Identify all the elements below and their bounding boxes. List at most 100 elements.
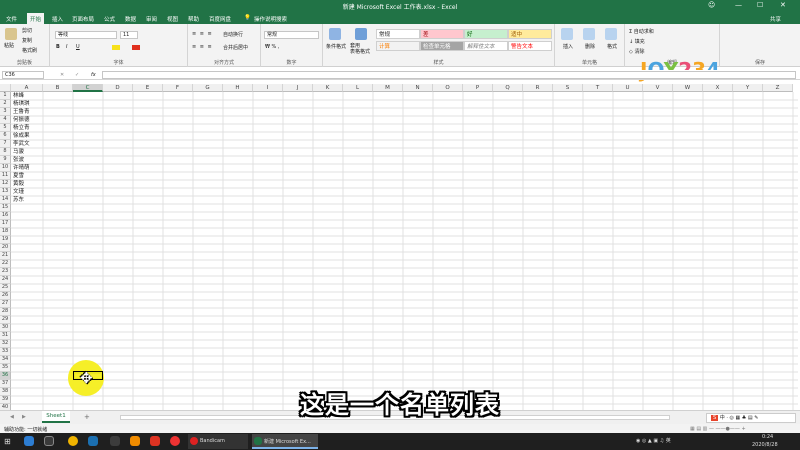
app-icon-3[interactable] [110,436,120,446]
style-normal[interactable]: 常规 [376,29,420,39]
row-header-31[interactable]: 31 [0,332,11,340]
row-header-11[interactable]: 11 [0,172,11,180]
steam-icon[interactable] [88,436,98,446]
cancel-icon[interactable]: ✕ [60,72,64,78]
font-name-select[interactable]: 等线 [55,31,117,39]
tab-file[interactable]: 文件 [6,15,17,23]
column-header-d[interactable]: D [103,84,133,92]
autosum-button[interactable]: Σ 自动求和 [629,28,654,35]
underline-button[interactable]: U [76,44,80,50]
format-cells-button[interactable]: 格式 [607,43,617,50]
cell-a2[interactable]: 杨琪琪 [13,100,30,108]
row-header-12[interactable]: 12 [0,180,11,188]
font-color-icon[interactable] [132,45,140,50]
row-header-28[interactable]: 28 [0,308,11,316]
row-header-21[interactable]: 21 [0,252,11,260]
tab-insert[interactable]: 插入 [52,15,63,23]
cell-a10[interactable]: 许晴萌 [13,164,30,172]
row-header-18[interactable]: 18 [0,228,11,236]
taskbar-excel[interactable]: 新建 Microsoft Ex... [252,434,318,449]
table-format-icon[interactable] [355,28,367,40]
row-header-25[interactable]: 25 [0,284,11,292]
highlight-color-icon[interactable] [112,45,120,50]
row-header-23[interactable]: 23 [0,268,11,276]
column-header-c[interactable]: C [73,84,103,92]
column-header-s[interactable]: S [553,84,583,92]
row-header-1[interactable]: 1 [0,92,11,100]
row-header-30[interactable]: 30 [0,324,11,332]
column-header-r[interactable]: R [523,84,553,92]
bold-button[interactable]: B [56,44,60,50]
table-format-button[interactable]: 套用 表格格式 [350,43,370,55]
column-header-o[interactable]: O [433,84,463,92]
row-header-10[interactable]: 10 [0,164,11,172]
column-header-n[interactable]: N [403,84,433,92]
column-header-z[interactable]: Z [763,84,793,92]
style-warning[interactable]: 警告文本 [508,41,552,51]
column-header-a[interactable]: A [11,84,43,92]
column-header-h[interactable]: H [223,84,253,92]
row-header-14[interactable]: 14 [0,196,11,204]
row-header-2[interactable]: 2 [0,100,11,108]
tab-data[interactable]: 数据 [125,15,136,23]
row-header-13[interactable]: 13 [0,188,11,196]
merge-center-button[interactable]: 合并后居中 [223,44,248,51]
column-header-v[interactable]: V [643,84,673,92]
delete-cells-icon[interactable] [583,28,595,40]
row-header-15[interactable]: 15 [0,204,11,212]
paste-icon[interactable] [5,28,17,40]
app-icon-2[interactable] [44,436,54,446]
name-box[interactable]: C36 [2,71,44,79]
cell-a13[interactable]: 文瑾 [13,188,24,196]
chrome-icon[interactable] [68,436,78,446]
row-header-17[interactable]: 17 [0,220,11,228]
cell-a5[interactable]: 杨立青 [13,124,30,132]
function-icon[interactable]: fx [91,72,96,78]
style-check-cell[interactable]: 检查单元格 [420,41,464,51]
taskbar-bandicam[interactable]: Bandicam [188,434,248,449]
row-header-35[interactable]: 35 [0,364,11,372]
spreadsheet-grid[interactable]: ABCDEFGHIJKLMNOPQRSTUVWXYZ 1 2 3 4 5 6 7 8 9 10 11… [0,84,798,410]
row-header-33[interactable]: 33 [0,348,11,356]
column-header-e[interactable]: E [133,84,163,92]
conditional-format-button[interactable]: 条件格式 [326,43,346,50]
row-header-8[interactable]: 8 [0,148,11,156]
cell-a4[interactable]: 何振德 [13,116,30,124]
format-cells-icon[interactable] [605,28,617,40]
number-format-select[interactable]: 常规 [264,31,319,39]
row-header-9[interactable]: 9 [0,156,11,164]
insert-cells-button[interactable]: 插入 [563,43,573,50]
column-header-g[interactable]: G [193,84,223,92]
column-header-w[interactable]: W [673,84,703,92]
row-header-4[interactable]: 4 [0,116,11,124]
paste-button[interactable]: 粘贴 [4,42,14,49]
cell-a6[interactable]: 徐成果 [13,132,30,140]
app-icon-6[interactable] [170,436,180,446]
font-size-select[interactable]: 11 [120,31,138,39]
tab-formulas[interactable]: 公式 [104,15,115,23]
style-good[interactable]: 好 [464,29,508,39]
format-painter-button[interactable]: 格式刷 [22,47,37,54]
column-header-m[interactable]: M [373,84,403,92]
row-header-3[interactable]: 3 [0,108,11,116]
start-icon[interactable]: ⊞ [4,437,11,446]
column-header-x[interactable]: X [703,84,733,92]
cell-a9[interactable]: 张波 [13,156,24,164]
cell-a3[interactable]: 王鲁青 [13,108,30,116]
select-all-corner[interactable] [0,84,11,92]
row-header-19[interactable]: 19 [0,236,11,244]
tab-help[interactable]: 帮助 [188,15,199,23]
row-header-5[interactable]: 5 [0,124,11,132]
user-icon[interactable]: ☺ [708,1,715,9]
column-header-q[interactable]: Q [493,84,523,92]
column-header-f[interactable]: F [163,84,193,92]
row-header-7[interactable]: 7 [0,140,11,148]
copy-button[interactable]: 复制 [22,37,32,44]
column-header-l[interactable]: L [343,84,373,92]
delete-cells-button[interactable]: 删除 [585,43,595,50]
tab-page-layout[interactable]: 页面布局 [72,15,94,23]
cell-a1[interactable]: 林峰 [13,92,24,100]
cell-a7[interactable]: 李武文 [13,140,30,148]
row-header-32[interactable]: 32 [0,340,11,348]
minimize-button[interactable]: — [735,1,742,9]
